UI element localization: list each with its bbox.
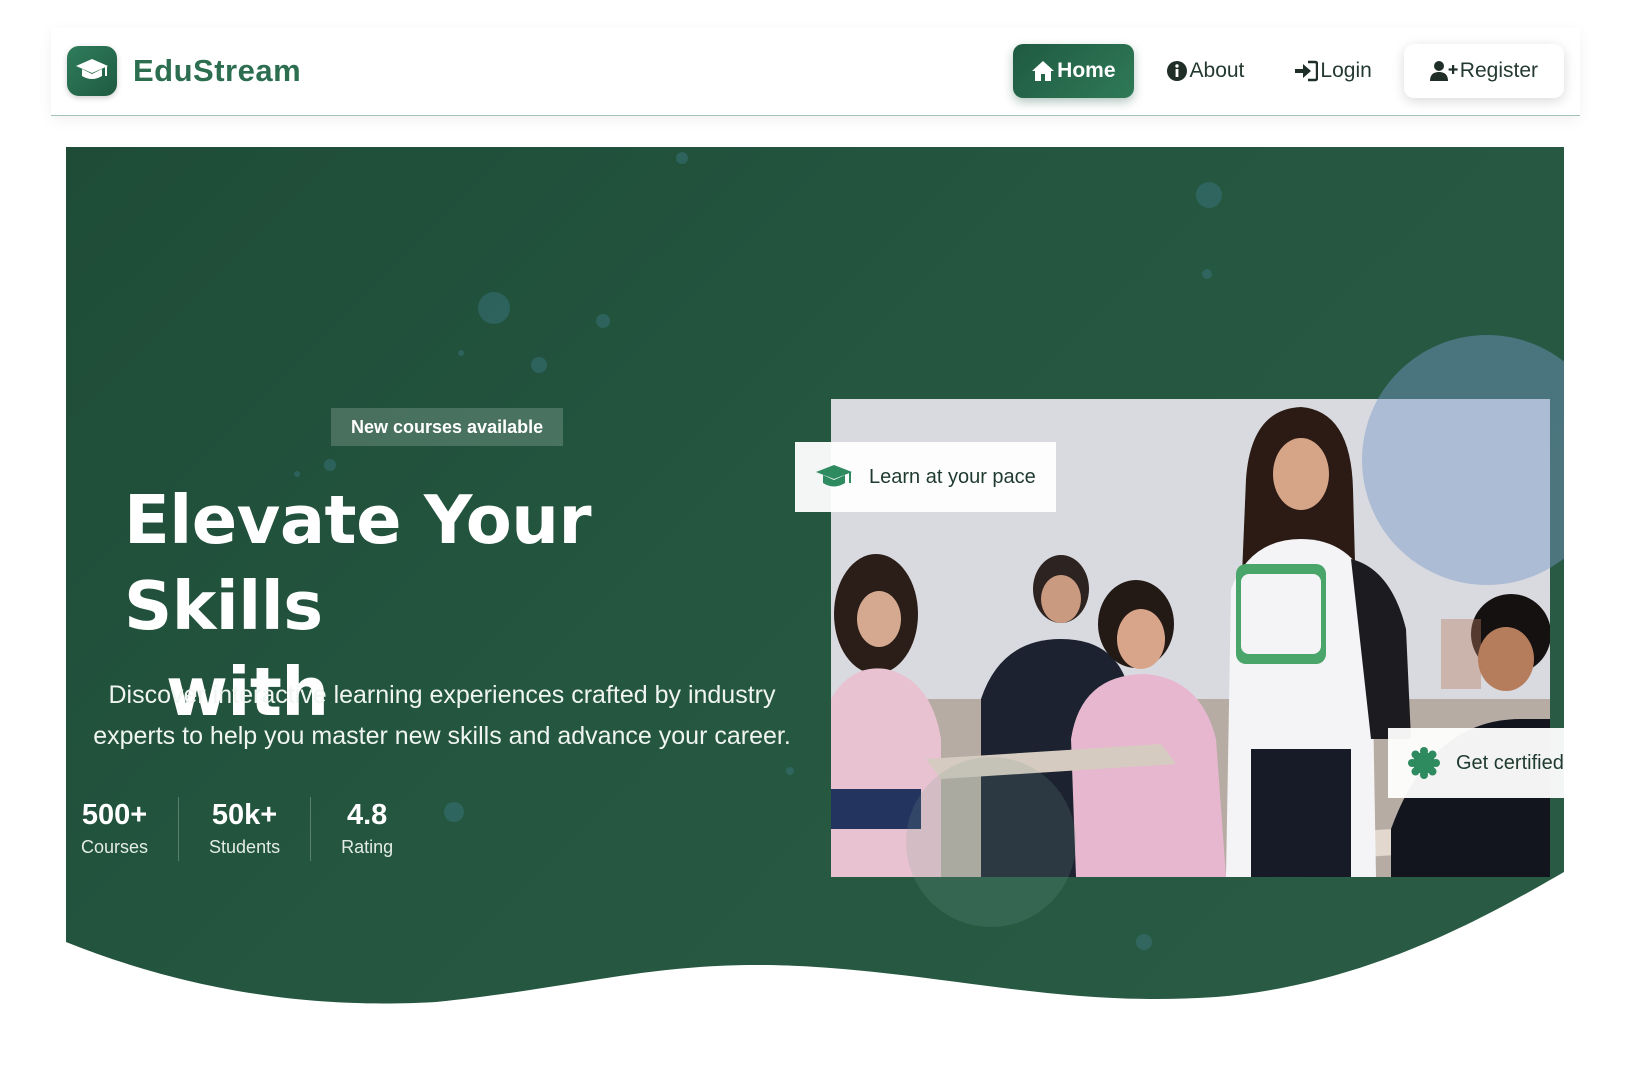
stat-value: 4.8 xyxy=(346,799,388,831)
stat-value: 500+ xyxy=(81,799,148,831)
hero-subtitle: Discover interactive learning experience… xyxy=(93,681,791,750)
get-certified-card: Get certified xyxy=(1388,728,1564,798)
graduation-cap-icon xyxy=(816,465,852,487)
stat-label: Students xyxy=(209,837,281,857)
nav-about[interactable]: About xyxy=(1148,44,1263,98)
brand-name: EduStream xyxy=(133,53,302,88)
learn-pace-card: Learn at your pace xyxy=(795,442,1056,512)
nav-login-label: Login xyxy=(1320,59,1372,82)
get-certified-text: Get certified xyxy=(1456,751,1564,774)
stat-courses: 500+ Courses xyxy=(81,797,178,861)
certificate-icon xyxy=(1408,747,1440,779)
info-icon xyxy=(1166,61,1187,81)
decor-circle xyxy=(906,757,1076,927)
hero-section: New courses available Elevate Your Skill… xyxy=(66,147,1564,1007)
nav-register-label: Register xyxy=(1459,59,1538,82)
stat-students: 50k+ Students xyxy=(178,797,310,861)
brand[interactable]: EduStream xyxy=(67,46,301,96)
learn-pace-text: Learn at your pace xyxy=(869,465,1036,488)
navbar: EduStream Home About Login Register xyxy=(51,28,1580,116)
home-icon xyxy=(1032,61,1055,81)
stat-value: 50k+ xyxy=(211,799,278,831)
graduation-cap-icon xyxy=(67,46,117,96)
new-courses-badge: New courses available xyxy=(331,408,564,446)
nav-register[interactable]: Register xyxy=(1403,44,1564,98)
hero-title-line1: Elevate Your Skills xyxy=(124,481,592,645)
stat-label: Courses xyxy=(81,837,149,857)
user-plus-icon xyxy=(1429,61,1458,81)
stat-label: Rating xyxy=(341,837,394,857)
nav-home-label: Home xyxy=(1057,59,1116,82)
stat-rating: 4.8 Rating xyxy=(310,797,423,861)
sign-in-icon xyxy=(1295,60,1319,82)
nav-home[interactable]: Home xyxy=(1013,44,1134,98)
stats: 500+ Courses 50k+ Students 4.8 Rating xyxy=(81,797,423,861)
nav-menu: Home About Login Register xyxy=(999,44,1564,98)
nav-about-label: About xyxy=(1189,59,1245,82)
nav-login[interactable]: Login xyxy=(1276,44,1389,98)
